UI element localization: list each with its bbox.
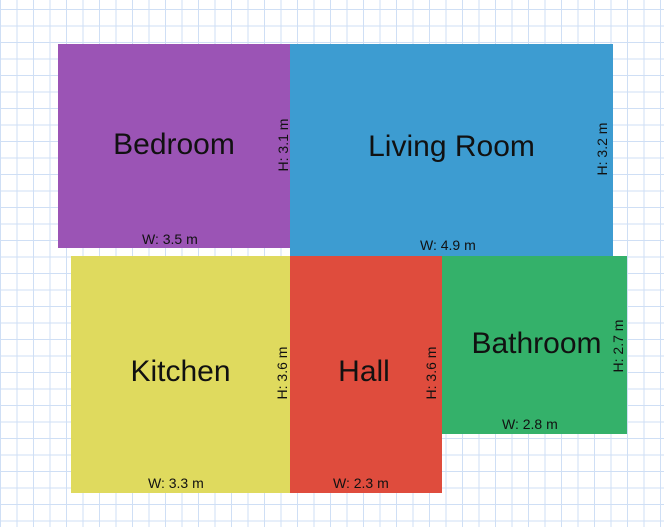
height-label-hall: H: 3.6 m — [423, 346, 439, 400]
width-label-hall: W: 2.3 m — [333, 475, 389, 491]
room-kitchen[interactable]: Kitchen W: 3.3 m H: 3.6 m — [71, 256, 290, 493]
height-label-living-room: H: 3.2 m — [594, 122, 610, 176]
room-hall[interactable]: Hall W: 2.3 m H: 3.6 m — [290, 256, 442, 493]
width-label-bathroom: W: 2.8 m — [502, 416, 558, 432]
room-label-kitchen: Kitchen — [130, 355, 231, 388]
height-label-bedroom: H: 3.1 m — [275, 118, 291, 172]
width-label-bedroom: W: 3.5 m — [142, 231, 198, 247]
width-label-living-room: W: 4.9 m — [420, 237, 476, 253]
height-label-bathroom: H: 2.7 m — [610, 319, 626, 373]
width-label-kitchen: W: 3.3 m — [148, 475, 204, 491]
room-living-room[interactable]: Living Room W: 4.9 m H: 3.2 m — [290, 44, 613, 256]
room-label-bathroom: Bathroom — [471, 327, 602, 360]
room-bedroom[interactable]: Bedroom W: 3.5 m H: 3.1 m — [58, 44, 291, 248]
room-bathroom[interactable]: Bathroom W: 2.8 m H: 2.7 m — [442, 256, 627, 434]
room-label-hall: Hall — [338, 355, 390, 388]
room-label-living-room: Living Room — [368, 130, 535, 163]
room-label-bedroom: Bedroom — [113, 128, 235, 161]
